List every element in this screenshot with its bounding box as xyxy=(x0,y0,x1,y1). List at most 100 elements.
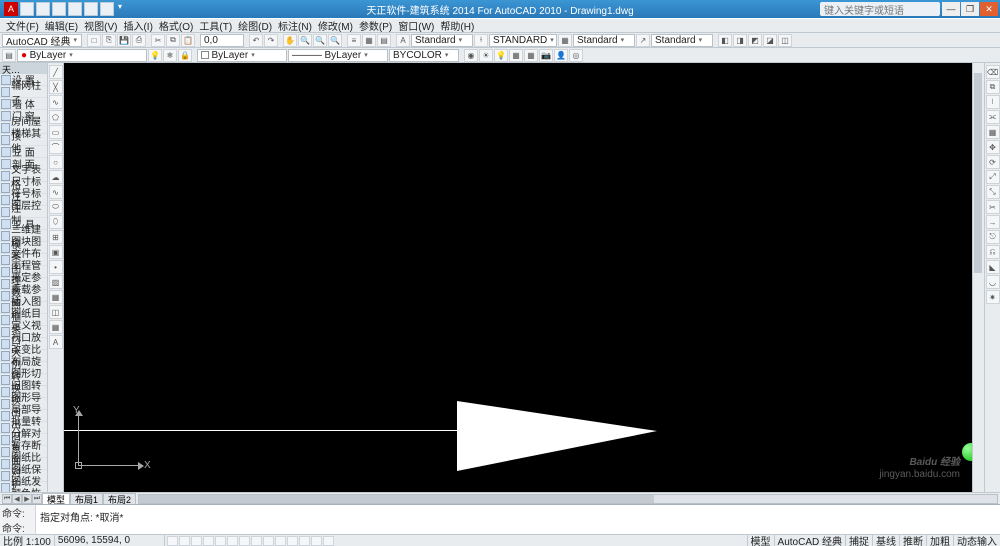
tab-layout2[interactable]: 布局2 xyxy=(103,493,136,504)
qp-toggle-icon[interactable] xyxy=(275,536,286,546)
layer-on-icon[interactable]: 💡 xyxy=(148,49,162,62)
xline-icon[interactable]: ╳ xyxy=(49,80,63,94)
zoom-icon[interactable]: 🔍 xyxy=(298,34,312,47)
dimstyle-select[interactable]: STANDARD▾ xyxy=(489,34,557,47)
status-base-button[interactable]: 基线 xyxy=(872,535,899,546)
menu-help[interactable]: 帮助(H) xyxy=(438,18,476,33)
new-icon[interactable]: □ xyxy=(87,34,101,47)
region-icon[interactable]: ◫ xyxy=(49,305,63,319)
line-icon[interactable]: ╱ xyxy=(49,65,63,79)
mirror-icon[interactable]: ⧘ xyxy=(986,95,1000,109)
color-select[interactable]: ByLayer▾ xyxy=(197,49,287,62)
mlstyle-select[interactable]: Standard▾ xyxy=(651,34,713,47)
menu-file[interactable]: 文件(F) xyxy=(4,18,41,33)
hatch-icon[interactable]: ▨ xyxy=(49,275,63,289)
dim-style-icon[interactable]: ⟊ xyxy=(474,34,488,47)
rectangle-icon[interactable]: ▭ xyxy=(49,125,63,139)
ellipse-icon[interactable]: ⬭ xyxy=(49,200,63,214)
linetype-select[interactable]: ——— ByLayer▾ xyxy=(288,49,388,62)
menu-insert[interactable]: 插入(I) xyxy=(121,18,154,33)
block-icon[interactable]: ▣ xyxy=(49,245,63,259)
explode-icon[interactable]: ✷ xyxy=(986,290,1000,304)
revcloud-icon[interactable]: ☁ xyxy=(49,170,63,184)
qat-icon[interactable] xyxy=(100,2,114,16)
misc-tool-icon[interactable]: ◨ xyxy=(733,34,747,47)
status-scale[interactable]: 比例 1:100 xyxy=(0,535,55,546)
menu-view[interactable]: 视图(V) xyxy=(82,18,119,33)
menu-param[interactable]: 参数(P) xyxy=(357,18,394,33)
status-bold-button[interactable]: 加粗 xyxy=(926,535,953,546)
vertical-scrollbar[interactable] xyxy=(972,63,984,492)
arc-icon[interactable]: ⌒ xyxy=(49,140,63,154)
polar-toggle-icon[interactable] xyxy=(203,536,214,546)
misc-tool-icon[interactable]: ◪ xyxy=(763,34,777,47)
menu-edit[interactable]: 编辑(E) xyxy=(43,18,80,33)
command-window[interactable]: 命令: 命令: 指定对角点: *取消* xyxy=(0,504,1000,534)
layer-freeze-icon[interactable]: ❄ xyxy=(163,49,177,62)
qat-icon[interactable] xyxy=(52,2,66,16)
mtext-icon[interactable]: A xyxy=(49,335,63,349)
tablestyle-select[interactable]: Standard▾ xyxy=(573,34,635,47)
horizontal-scrollbar[interactable] xyxy=(138,494,998,504)
tool-palette-icon[interactable]: ▤ xyxy=(377,34,391,47)
menu-modify[interactable]: 修改(M) xyxy=(316,18,355,33)
cut-icon[interactable]: ✂ xyxy=(151,34,165,47)
layer-lock-icon[interactable]: 🔒 xyxy=(178,49,192,62)
spline-icon[interactable]: ∿ xyxy=(49,185,63,199)
maximize-button[interactable]: ❐ xyxy=(961,2,979,16)
status-ws-button[interactable]: AutoCAD 经典 xyxy=(774,535,845,546)
help-search-input[interactable]: 键入关键字或短语 xyxy=(820,2,940,16)
light-icon[interactable]: 💡 xyxy=(494,49,508,62)
join-icon[interactable]: ⎌ xyxy=(986,245,1000,259)
insert-icon[interactable]: ⊞ xyxy=(49,230,63,244)
lineweight-select[interactable]: BYCOLOR▾ xyxy=(389,49,459,62)
point-icon[interactable]: • xyxy=(49,260,63,274)
break-icon[interactable]: ⎋ xyxy=(986,230,1000,244)
misc-toggle-icon[interactable] xyxy=(323,536,334,546)
osnap-toggle-icon[interactable] xyxy=(215,536,226,546)
move-icon[interactable]: ✥ xyxy=(986,140,1000,154)
grid-toggle-icon[interactable] xyxy=(179,536,190,546)
menu-format[interactable]: 格式(O) xyxy=(157,18,195,33)
layer-prop-icon[interactable]: ▤ xyxy=(2,49,16,62)
tab-nav-prev-icon[interactable]: ◀ xyxy=(12,494,22,504)
sc-toggle-icon[interactable] xyxy=(287,536,298,546)
polyline-icon[interactable]: ∿ xyxy=(49,95,63,109)
tab-nav-first-icon[interactable]: ⏮ xyxy=(2,494,12,504)
paste-icon[interactable]: 📋 xyxy=(181,34,195,47)
tab-model[interactable]: 模型 xyxy=(42,493,70,504)
snap-toggle-icon[interactable] xyxy=(167,536,178,546)
tab-layout1[interactable]: 布局1 xyxy=(70,493,103,504)
stretch-icon[interactable]: ⤡ xyxy=(986,185,1000,199)
offset-icon[interactable]: ⫘ xyxy=(986,110,1000,124)
table-icon[interactable]: ▦ xyxy=(49,320,63,334)
menu-window[interactable]: 窗口(W) xyxy=(396,18,436,33)
copy-icon[interactable]: ⧉ xyxy=(166,34,180,47)
mleader-style-icon[interactable]: ↗ xyxy=(636,34,650,47)
zoom-window-icon[interactable]: 🔍 xyxy=(313,34,327,47)
pan-icon[interactable]: ✋ xyxy=(283,34,297,47)
print-icon[interactable]: ⎙ xyxy=(132,34,146,47)
gradient-icon[interactable]: ▦ xyxy=(49,290,63,304)
circle-icon[interactable]: ○ xyxy=(49,155,63,169)
workspace-select[interactable]: AutoCAD 经典▾ xyxy=(2,34,82,47)
fillet-icon[interactable]: ◡ xyxy=(986,275,1000,289)
walk-icon[interactable]: 👤 xyxy=(554,49,568,62)
render-icon[interactable]: ▦ xyxy=(524,49,538,62)
table-style-icon[interactable]: ▦ xyxy=(558,34,572,47)
qat-icon[interactable] xyxy=(20,2,34,16)
redo-icon[interactable]: ↷ xyxy=(264,34,278,47)
qat-icon[interactable] xyxy=(84,2,98,16)
tab-nav-next-icon[interactable]: ▶ xyxy=(22,494,32,504)
render-final-icon[interactable]: ◎ xyxy=(569,49,583,62)
qat-icon[interactable] xyxy=(68,2,82,16)
misc-toggle-icon[interactable] xyxy=(299,536,310,546)
zoom-prev-icon[interactable]: 🔍 xyxy=(328,34,342,47)
ellipse-arc-icon[interactable]: ⬯ xyxy=(49,215,63,229)
undo-icon[interactable]: ↶ xyxy=(249,34,263,47)
qat-dropdown-icon[interactable]: ▾ xyxy=(116,2,124,16)
minimize-button[interactable]: — xyxy=(942,2,960,16)
misc-tool-icon[interactable]: ◫ xyxy=(778,34,792,47)
text-style-icon[interactable]: A xyxy=(396,34,410,47)
coord-input[interactable]: 0,0 xyxy=(200,34,244,47)
